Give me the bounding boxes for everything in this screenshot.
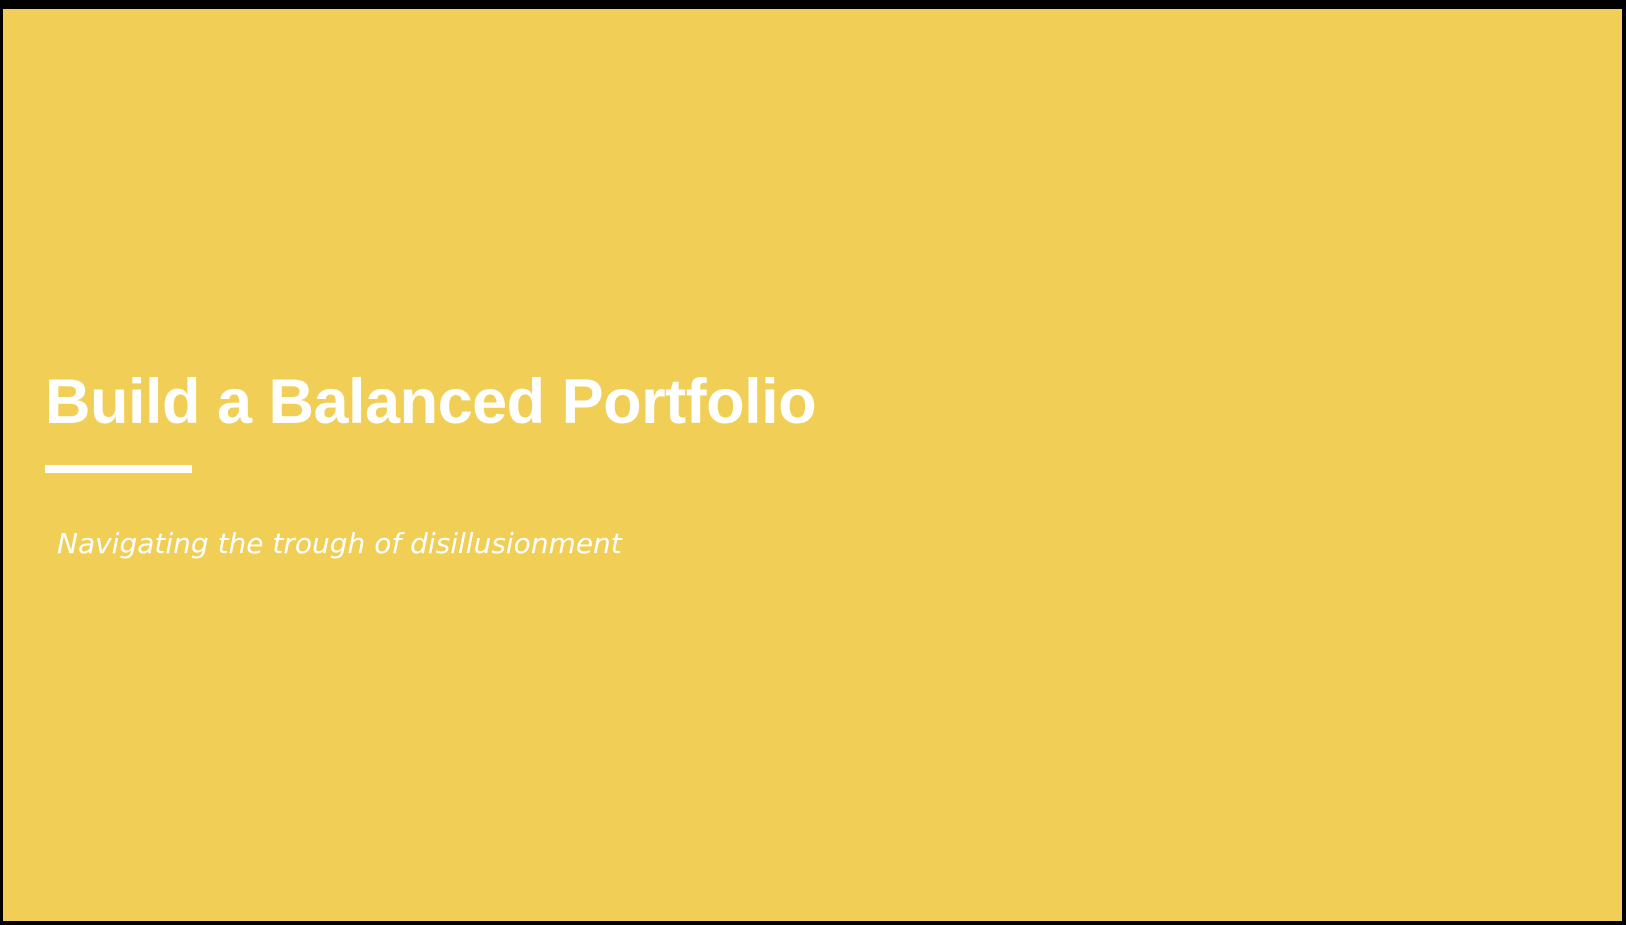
presentation-frame: Build a Balanced Portfolio Navigating th…: [0, 0, 1626, 925]
slide-title: Build a Balanced Portfolio: [45, 367, 817, 437]
title-slide: Build a Balanced Portfolio Navigating th…: [3, 9, 1622, 921]
slide-subtitle: Navigating the trough of disillusionment: [57, 527, 622, 560]
title-underline: [45, 465, 192, 473]
